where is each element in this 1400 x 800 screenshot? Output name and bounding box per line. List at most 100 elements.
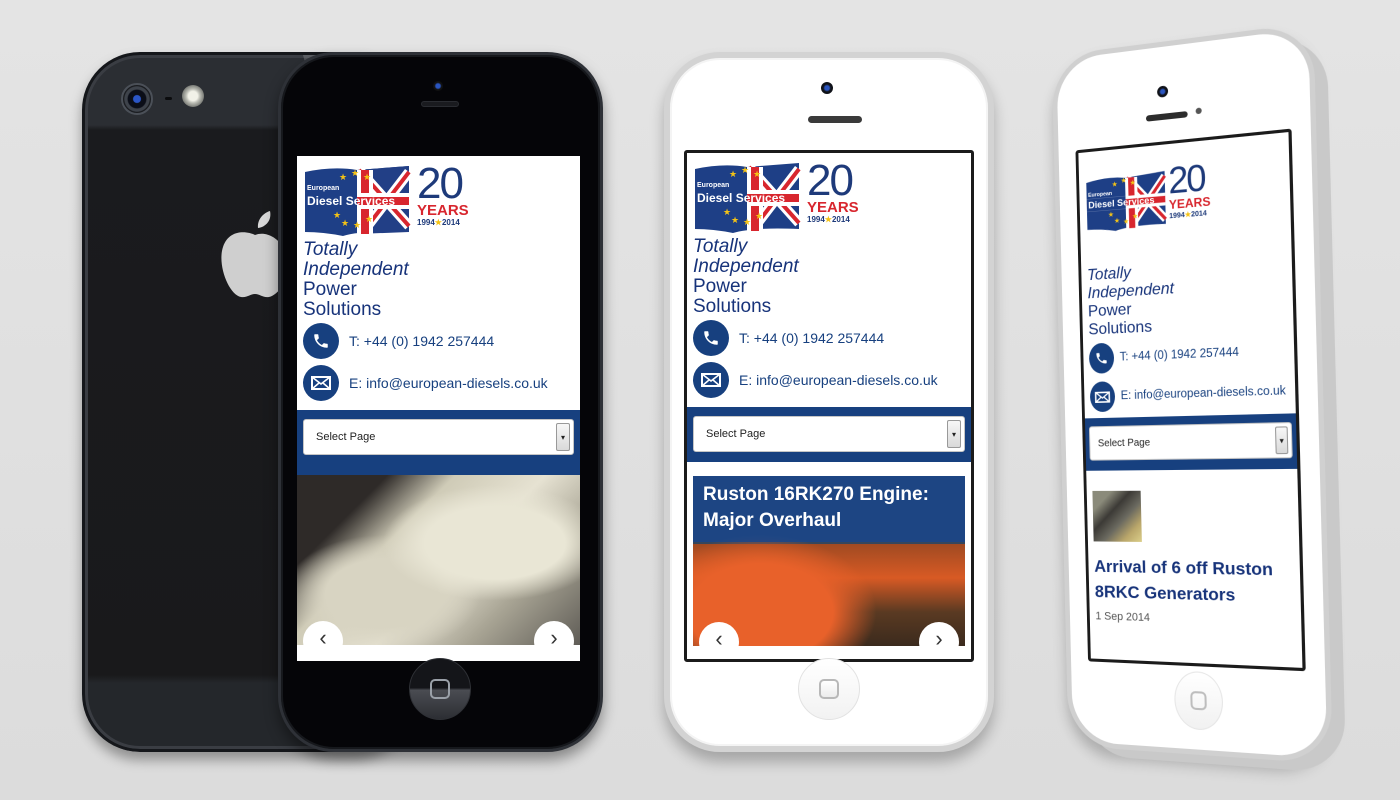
anniversary-range: 1994★2014: [417, 218, 481, 228]
svg-text:★: ★: [1108, 211, 1114, 220]
svg-text:★: ★: [743, 218, 751, 228]
brand-line1: European: [697, 182, 729, 189]
email-link[interactable]: E: info@european-diesels.co.uk: [1121, 385, 1286, 402]
front-camera-icon: [433, 81, 443, 91]
home-square-icon: [1190, 690, 1207, 711]
svg-text:★: ★: [365, 215, 373, 225]
svg-text:★: ★: [351, 169, 359, 179]
email-link[interactable]: E: info@european-diesels.co.uk: [739, 372, 938, 388]
slider-prev-button[interactable]: ‹: [699, 622, 739, 646]
svg-text:★: ★: [341, 219, 349, 229]
svg-text:★: ★: [333, 211, 341, 221]
year-end: 2014: [1190, 210, 1207, 219]
front-camera-icon: [1157, 85, 1169, 98]
select-page-value: Select Page: [1097, 436, 1151, 449]
slider-next-button[interactable]: ›: [534, 621, 574, 645]
envelope-icon: [693, 362, 729, 398]
select-page-dropdown[interactable]: Select Page ▾: [1088, 421, 1293, 461]
email-link[interactable]: E: info@european-diesels.co.uk: [349, 375, 548, 391]
tagline-line3: Power: [303, 279, 357, 300]
phone-number-link[interactable]: T: +44 (0) 1942 257444: [1120, 346, 1239, 363]
white-phone-middle: European Diesel Services ★ ★ ★ ★ ★ ★ ★ 20 YEA…: [664, 52, 994, 752]
slider-next-button[interactable]: ›: [919, 622, 959, 646]
black-phone-front: European Diesel Services ★ ★ ★ ★ ★ ★ ★ 20 YEA…: [278, 52, 603, 752]
earpiece-speaker: [1145, 111, 1188, 122]
svg-text:★: ★: [353, 221, 361, 231]
slide-caption-line2: Major Overhaul: [703, 510, 842, 531]
svg-text:★: ★: [723, 208, 731, 218]
tagline-line2: Independent: [303, 259, 409, 280]
chevron-down-icon[interactable]: ▾: [556, 423, 570, 451]
svg-text:★: ★: [1130, 179, 1136, 188]
anniversary-number: 20: [417, 159, 464, 208]
news-date: 1 Sep 2014: [1095, 610, 1151, 625]
chevron-down-icon[interactable]: ▾: [1274, 426, 1289, 455]
white-phone-right-wrapper: European Diesel Services ★ ★ ★ ★ ★ ★ ★ 20 YEA…: [1040, 22, 1350, 765]
eds-flag-logo[interactable]: European Diesel Services ★ ★ ★ ★★ ★★: [303, 166, 411, 236]
eds-flag-logo[interactable]: European Diesel Services ★ ★ ★ ★★ ★★: [693, 163, 801, 233]
phone-contact[interactable]: T: +44 (0) 1942 257444: [297, 320, 580, 362]
news-thumbnail[interactable]: [1092, 490, 1142, 542]
site-header: European Diesel Services ★ ★ ★ ★ ★ ★ ★ 20 YEA…: [297, 156, 580, 236]
brand-line2: Diesel Services: [697, 191, 785, 205]
screen-white-phone-right: European Diesel Services ★ ★ ★ ★ ★ ★ ★ 20 YEA…: [1075, 128, 1306, 672]
year-end: 2014: [831, 215, 850, 224]
hero-slider[interactable]: Ruston 16RK270 Engine: Major Overhaul ‹ …: [693, 476, 965, 646]
star-icon: ★: [824, 215, 832, 224]
email-contact[interactable]: E: info@european-diesels.co.uk: [687, 359, 971, 401]
home-square-icon: [819, 679, 839, 699]
svg-text:★: ★: [731, 216, 739, 226]
home-button[interactable]: [798, 658, 860, 720]
anniversary-number: 20: [1167, 156, 1206, 202]
tagline: Totally Independent Power Solutions: [297, 234, 580, 320]
tagline-line1: Totally: [303, 239, 358, 260]
anniversary-number: 20: [807, 156, 854, 205]
chevron-left-icon: ‹: [715, 626, 723, 646]
home-button[interactable]: [409, 658, 471, 720]
select-page-dropdown[interactable]: Select Page ▾: [303, 419, 574, 455]
envelope-icon: [303, 365, 339, 401]
svg-text:★: ★: [363, 173, 371, 183]
year-end: 2014: [441, 218, 460, 227]
phone-contact[interactable]: T: +44 (0) 1942 257444: [687, 317, 971, 359]
year-start: 1994: [1169, 211, 1185, 221]
envelope-icon: [1089, 381, 1116, 413]
slide-caption[interactable]: Ruston 16RK270 Engine: Major Overhaul: [693, 476, 965, 542]
earpiece-speaker: [808, 116, 862, 123]
news-item[interactable]: Arrival of 6 off Ruston 8RKC Generators …: [1086, 469, 1302, 644]
home-button[interactable]: [1173, 670, 1224, 732]
email-contact[interactable]: E: info@european-diesels.co.uk: [297, 362, 580, 404]
tagline: Totally Independent Power Solutions: [687, 231, 971, 317]
email-contact[interactable]: E: info@european-diesels.co.uk: [1084, 371, 1296, 417]
anniversary-badge: 20 YEARS 1994★2014: [1167, 156, 1234, 223]
eds-flag-logo[interactable]: European Diesel Services ★ ★ ★ ★★ ★★: [1085, 169, 1168, 235]
svg-text:★: ★: [729, 170, 737, 180]
svg-text:★: ★: [753, 170, 761, 180]
screen-white-phone-middle: European Diesel Services ★ ★ ★ ★ ★ ★ ★ 20 YEA…: [684, 150, 974, 662]
chevron-left-icon: ‹: [319, 625, 327, 645]
svg-text:★: ★: [1123, 217, 1129, 226]
anniversary-badge: 20 YEARS 1994★2014: [807, 156, 871, 225]
select-page-dropdown[interactable]: Select Page ▾: [693, 416, 965, 452]
svg-text:★: ★: [1114, 216, 1120, 225]
anniversary-word: YEARS: [807, 199, 859, 216]
slide-caption-line1: Ruston 16RK270 Engine:: [703, 484, 929, 505]
chevron-down-icon[interactable]: ▾: [947, 420, 961, 448]
svg-text:★: ★: [1112, 180, 1118, 189]
rear-mic-icon: [165, 97, 172, 100]
slider-prev-button[interactable]: ‹: [303, 621, 343, 645]
news-title-link[interactable]: Arrival of 6 off Ruston 8RKC Generators: [1094, 554, 1295, 610]
chevron-right-icon: ›: [550, 625, 558, 645]
tagline-line1: Totally: [693, 236, 748, 257]
brand-line2: Diesel Services: [307, 194, 395, 208]
phone-number-link[interactable]: T: +44 (0) 1942 257444: [349, 333, 494, 349]
phone-icon: [303, 323, 339, 359]
svg-text:★: ★: [741, 166, 749, 176]
phone-number-link[interactable]: T: +44 (0) 1942 257444: [739, 330, 884, 346]
star-icon: ★: [434, 218, 442, 227]
site-header: European Diesel Services ★ ★ ★ ★ ★ ★ ★ 20 YEA…: [687, 153, 971, 233]
hero-slider[interactable]: ‹ ›: [297, 475, 580, 645]
rear-camera-icon: [121, 83, 153, 115]
tagline-line4: Solutions: [693, 296, 772, 317]
